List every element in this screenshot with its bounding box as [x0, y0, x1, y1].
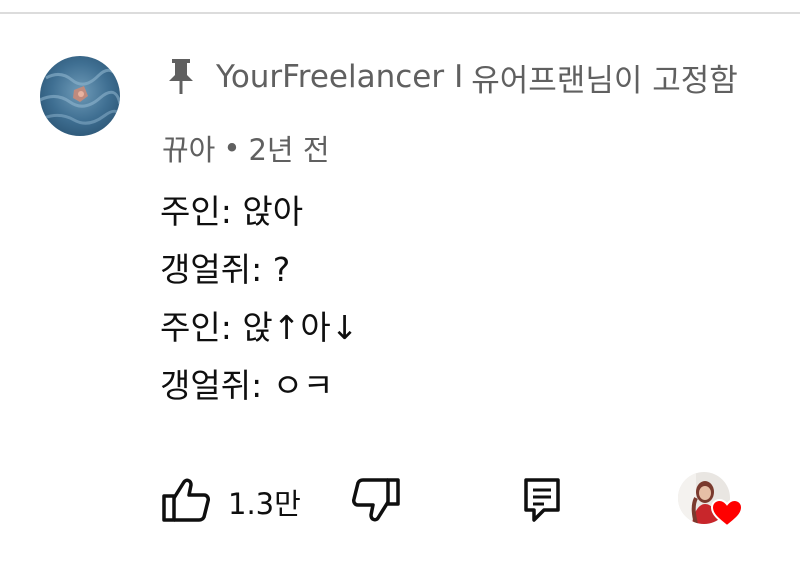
comment-text: 주인: 앉아 갱얼쥐: ? 주인: 앉↑아↓ 갱얼쥐: ㅇㅋ	[160, 183, 358, 415]
comment-actions: 1.3만	[160, 470, 760, 530]
top-divider	[0, 0, 800, 14]
like-count: 1.3만	[228, 487, 301, 521]
pinned-separator: I	[454, 59, 464, 95]
reply-button[interactable]	[522, 476, 562, 528]
dislike-button[interactable]	[350, 476, 402, 528]
like-button[interactable]: 1.3만	[160, 476, 301, 528]
comment-author[interactable]: 뀨아	[162, 127, 215, 169]
thumbs-up-icon[interactable]	[160, 476, 212, 528]
pin-icon	[166, 57, 196, 97]
pinned-label: YourFreelancer I 유어프랜님이 고정함	[166, 55, 738, 99]
heart-icon	[710, 498, 744, 528]
thumbs-down-icon[interactable]	[350, 478, 402, 528]
creator-heart	[678, 472, 748, 530]
comment-line: 갱얼쥐: ㅇㅋ	[160, 366, 334, 405]
comment-meta: 뀨아 • 2년 전	[162, 127, 330, 169]
comment-time[interactable]: 2년 전	[248, 127, 329, 169]
comment-line: 주인: 앉아	[160, 192, 304, 231]
pinned-channel-name[interactable]: YourFreelancer	[216, 59, 444, 95]
comment-line: 주인: 앉↑아↓	[160, 308, 359, 347]
meta-dot: •	[223, 131, 241, 165]
commenter-avatar[interactable]	[40, 56, 120, 136]
comment-line: 갱얼쥐: ?	[160, 250, 291, 289]
pinned-by-text: 유어프랜님이 고정함	[471, 62, 738, 99]
reply-comment-icon[interactable]	[522, 478, 562, 528]
